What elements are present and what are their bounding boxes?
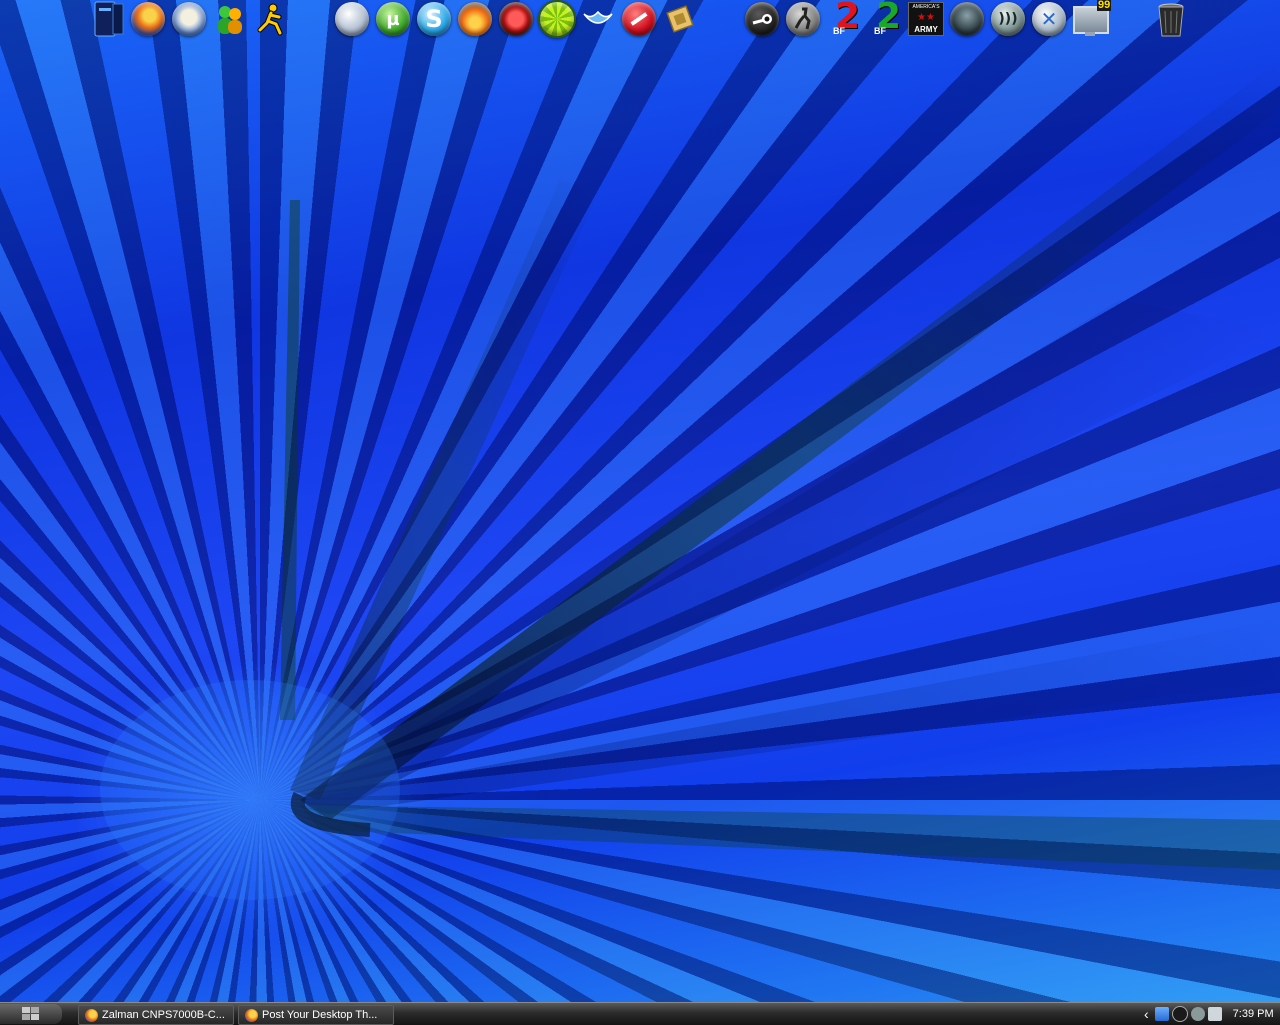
ventrilo-tray-icon[interactable] [1190, 1007, 1205, 1021]
halo-icon[interactable] [948, 0, 986, 38]
fire-orb-icon[interactable] [456, 0, 494, 38]
counter-strike-icon[interactable] [784, 0, 822, 38]
firefox-icon[interactable] [129, 0, 167, 38]
messenger-icon[interactable] [211, 0, 249, 38]
steam-tray-icon[interactable] [1171, 1006, 1188, 1022]
xfire-icon[interactable]: ✕ [1030, 0, 1068, 38]
bf2-red-icon[interactable]: 2 BF [825, 0, 863, 38]
skype-icon[interactable]: S [415, 0, 453, 38]
utorrent-icon[interactable]: µ [374, 0, 412, 38]
aim-running-man-icon[interactable] [252, 0, 290, 38]
desktop-wallpaper [0, 0, 1280, 1002]
firefox-icon [245, 1008, 258, 1022]
windows-logo-icon [22, 1007, 39, 1020]
firefox-icon [85, 1008, 98, 1022]
monitor-icon[interactable]: 99 [1071, 0, 1112, 38]
computer-icon[interactable] [90, 0, 128, 38]
task-label: Post Your Desktop Th... [262, 1009, 378, 1021]
steam-icon[interactable] [743, 0, 781, 38]
clock[interactable]: 7:39 PM [1233, 1008, 1274, 1020]
thunderbird-icon[interactable] [170, 0, 208, 38]
red-slash-icon[interactable] [497, 0, 535, 38]
no-entry-icon[interactable] [620, 0, 658, 38]
tray-expand-icon[interactable]: ‹ [1144, 1006, 1149, 1022]
taskbar-button-firefox-desktop-thread[interactable]: Post Your Desktop Th... [238, 1005, 394, 1025]
system-tray: ‹ 7:39 PM [1144, 1004, 1280, 1024]
feather-icon[interactable] [333, 0, 371, 38]
cpu-chip-icon[interactable] [661, 0, 699, 38]
ventrilo-icon[interactable]: ))) [989, 0, 1027, 38]
recycle-bin-icon[interactable] [1152, 0, 1190, 38]
start-button[interactable] [0, 1004, 62, 1024]
limewire-icon[interactable] [538, 0, 576, 38]
task-label: Zalman CNPS7000B-C... [102, 1009, 225, 1021]
wings-icon[interactable] [579, 0, 617, 38]
network-icon[interactable] [1154, 1007, 1169, 1021]
taskbar-button-firefox-zalman[interactable]: Zalman CNPS7000B-C... [78, 1005, 234, 1025]
bf2-green-icon[interactable]: 2 BF [866, 0, 904, 38]
americas-army-icon[interactable]: AMERICA'S ★★ ARMY [907, 0, 945, 38]
headset-tray-icon[interactable] [1207, 1007, 1222, 1021]
wallpaper-streaks [100, 60, 1280, 900]
taskbar: Zalman CNPS7000B-C... Post Your Desktop … [0, 1002, 1280, 1025]
